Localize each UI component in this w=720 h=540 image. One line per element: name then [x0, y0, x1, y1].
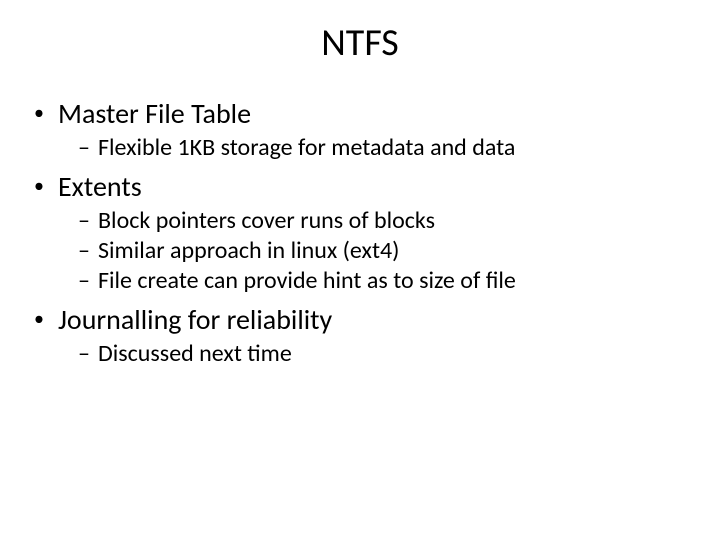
bullet-icon: •: [34, 96, 58, 130]
slide: NTFS • Master File Table – Flexible 1KB …: [0, 0, 720, 540]
dash-icon: –: [78, 266, 98, 296]
dash-icon: –: [78, 133, 98, 163]
dash-icon: –: [78, 339, 98, 369]
slide-title: NTFS: [0, 0, 720, 90]
list-item: • Extents: [34, 169, 686, 204]
list-item: • Journalling for reliability: [34, 302, 686, 337]
bullet-icon: •: [34, 302, 58, 336]
list-item-label: Extents: [58, 169, 142, 204]
list-item: • Master File Table: [34, 96, 686, 131]
sub-list-item-label: Discussed next time: [98, 339, 292, 369]
bullet-icon: •: [34, 169, 58, 203]
sub-list-item: – Similar approach in linux (ext4): [78, 236, 686, 266]
sub-list-item: – Discussed next time: [78, 339, 686, 369]
dash-icon: –: [78, 236, 98, 266]
sub-list-item: – Block pointers cover runs of blocks: [78, 206, 686, 236]
sub-list-item-label: Block pointers cover runs of blocks: [98, 206, 435, 236]
slide-content: • Master File Table – Flexible 1KB stora…: [0, 96, 720, 369]
list-item-label: Journalling for reliability: [58, 302, 332, 337]
sub-list-item-label: Similar approach in linux (ext4): [98, 236, 399, 266]
sub-list-item: – File create can provide hint as to siz…: [78, 266, 686, 296]
sub-list-item-label: File create can provide hint as to size …: [98, 266, 516, 296]
sub-list-item: – Flexible 1KB storage for metadata and …: [78, 133, 686, 163]
dash-icon: –: [78, 206, 98, 236]
sub-list-item-label: Flexible 1KB storage for metadata and da…: [98, 133, 515, 163]
list-item-label: Master File Table: [58, 96, 251, 131]
